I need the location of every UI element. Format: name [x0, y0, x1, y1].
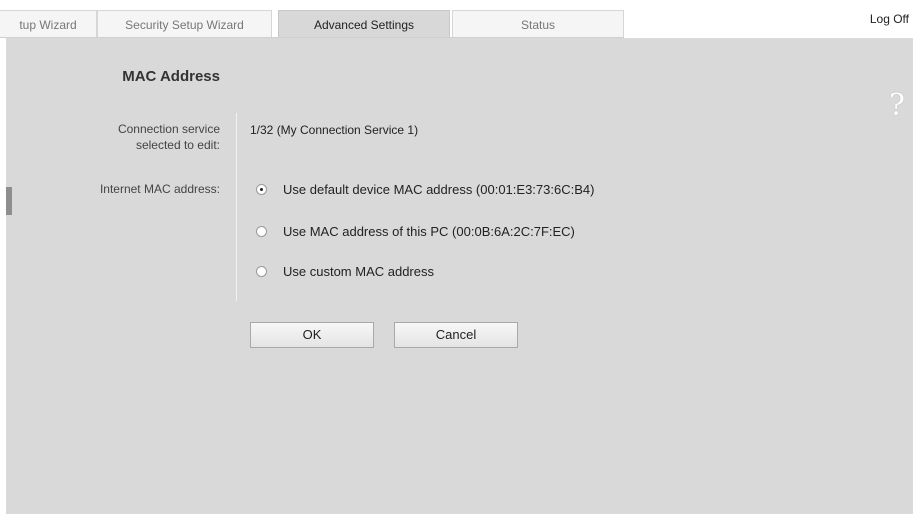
tab-security-setup-wizard[interactable]: Security Setup Wizard	[97, 10, 272, 38]
radio-pc-mac[interactable]	[256, 226, 267, 238]
connection-service-value: 1/32 (My Connection Service 1)	[250, 123, 419, 137]
tab-setup-wizard[interactable]: tup Wizard	[0, 10, 97, 38]
tab-status[interactable]: Status	[452, 10, 624, 38]
radio-custom-mac[interactable]	[256, 266, 267, 278]
tab-advanced-settings[interactable]: Advanced Settings	[278, 10, 450, 38]
option-default-device-mac-label: Use default device MAC address (00:01:E3…	[283, 182, 595, 197]
connection-service-label: Connection service selected to edit:	[117, 122, 220, 152]
option-default-device-mac[interactable]: Use default device MAC address (00:01:E3…	[256, 181, 594, 199]
internet-mac-address-label: Internet MAC address:	[99, 182, 220, 196]
page-title: MAC Address	[122, 68, 220, 85]
top-tab-bar: tup Wizard Security Setup Wizard Advance…	[0, 0, 913, 38]
help-icon[interactable]: ?	[889, 88, 905, 123]
log-off-link[interactable]: Log Off	[870, 12, 909, 26]
cancel-button[interactable]: Cancel	[394, 322, 518, 348]
option-custom-mac[interactable]: Use custom MAC address	[256, 263, 434, 281]
settings-panel: ?	[6, 38, 913, 514]
ok-button[interactable]: OK	[250, 322, 374, 348]
sidebar-collapse-handle[interactable]	[6, 187, 12, 215]
form-divider	[236, 113, 237, 301]
option-custom-mac-label: Use custom MAC address	[283, 264, 434, 279]
option-pc-mac-label: Use MAC address of this PC (00:0B:6A:2C:…	[283, 224, 575, 239]
option-pc-mac[interactable]: Use MAC address of this PC (00:0B:6A:2C:…	[256, 223, 575, 241]
radio-default-device-mac[interactable]	[256, 184, 267, 196]
